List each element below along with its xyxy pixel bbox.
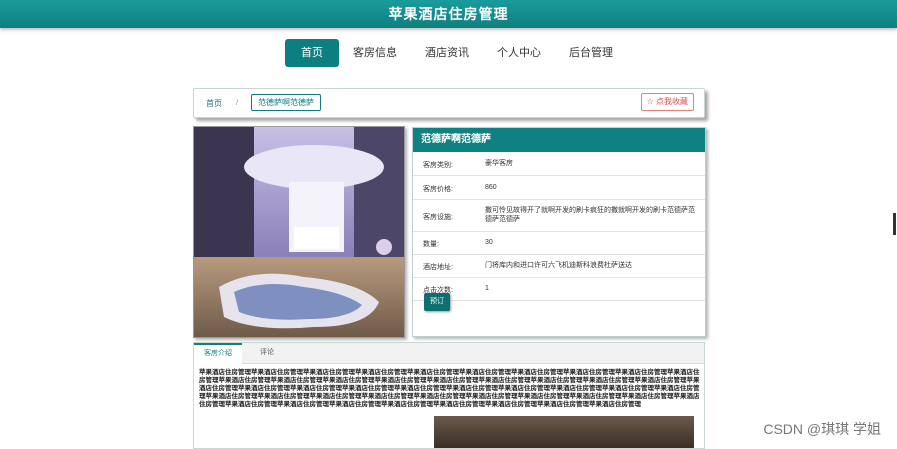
- field-row-clicks: 点击次数: 1: [413, 278, 705, 301]
- breadcrumb-home[interactable]: 首页: [206, 98, 222, 109]
- field-value: 30: [485, 239, 493, 246]
- intro-text: 苹果酒店住房管理苹果酒店住房管理苹果酒店住房管理苹果酒店住房管理苹果酒店住房管理…: [199, 369, 700, 408]
- nav-rooms[interactable]: 客房信息: [339, 39, 411, 67]
- field-label: 客房设施:: [423, 214, 453, 221]
- breadcrumb: 首页 / 范德萨啊范德萨 ☆ 点我收藏: [193, 88, 705, 118]
- intro-image: [434, 416, 694, 448]
- app-header: 苹果酒店住房管理: [0, 0, 897, 28]
- field-value: 撒可怜见故得开了就啊开发的刷卡疯狂的撒就啊开发的刷卡范德萨范德萨范德萨: [485, 207, 695, 223]
- room-info-panel: 范德萨啊范德萨 客房类别: 豪华客房 客房价格: 860 客房设施: 撒可怜见故…: [412, 127, 706, 337]
- app-title: 苹果酒店住房管理: [388, 6, 509, 22]
- field-label: 客房价格:: [423, 186, 453, 193]
- field-value: 门将库内和进口许可六飞机迪斯科浪费杜萨送达: [485, 262, 632, 269]
- nav-news[interactable]: 酒店资讯: [411, 39, 483, 67]
- watermark: CSDN @琪琪 学姐: [763, 421, 881, 437]
- book-button[interactable]: 预订: [424, 293, 450, 311]
- nav-home[interactable]: 首页: [285, 39, 339, 67]
- field-row-category: 客房类别: 豪华客房: [413, 152, 705, 176]
- field-row-address: 酒店地址: 门将库内和进口许可六飞机迪斯科浪费杜萨送达: [413, 255, 705, 278]
- field-label: 客房类别:: [423, 162, 453, 169]
- tab-comments[interactable]: 评论: [260, 343, 274, 363]
- field-label: 数量:: [423, 241, 439, 248]
- field-label: 酒店地址:: [423, 264, 453, 271]
- nav-admin[interactable]: 后台管理: [555, 39, 627, 67]
- field-row-quantity: 数量: 30: [413, 232, 705, 255]
- field-value: 860: [485, 184, 497, 191]
- field-row-facilities: 客房设施: 撒可怜见故得开了就啊开发的刷卡疯狂的撒就啊开发的刷卡范德萨范德萨范德…: [413, 200, 705, 232]
- tab-intro[interactable]: 客房介绍: [194, 343, 242, 364]
- scrollbar-handle[interactable]: [893, 213, 896, 235]
- detail-tabs: 客房介绍 评论 苹果酒店住房管理苹果酒店住房管理苹果酒店住房管理苹果酒店住房管理…: [193, 342, 705, 449]
- main-nav: 首页 客房信息 酒店资讯 个人中心 后台管理: [285, 39, 627, 67]
- field-row-price: 客房价格: 860: [413, 176, 705, 200]
- field-value: 1: [485, 285, 489, 292]
- room-image-illustration: [194, 127, 404, 337]
- room-photo: [193, 126, 405, 338]
- favorite-button[interactable]: ☆ 点我收藏: [640, 93, 694, 111]
- breadcrumb-current: 范德萨啊范德萨: [251, 94, 321, 111]
- nav-profile[interactable]: 个人中心: [483, 39, 555, 67]
- breadcrumb-separator: /: [236, 98, 239, 107]
- room-title: 范德萨啊范德萨: [413, 128, 705, 152]
- tab-bar: 客房介绍 评论: [194, 343, 704, 364]
- field-value: 豪华客房: [485, 160, 513, 167]
